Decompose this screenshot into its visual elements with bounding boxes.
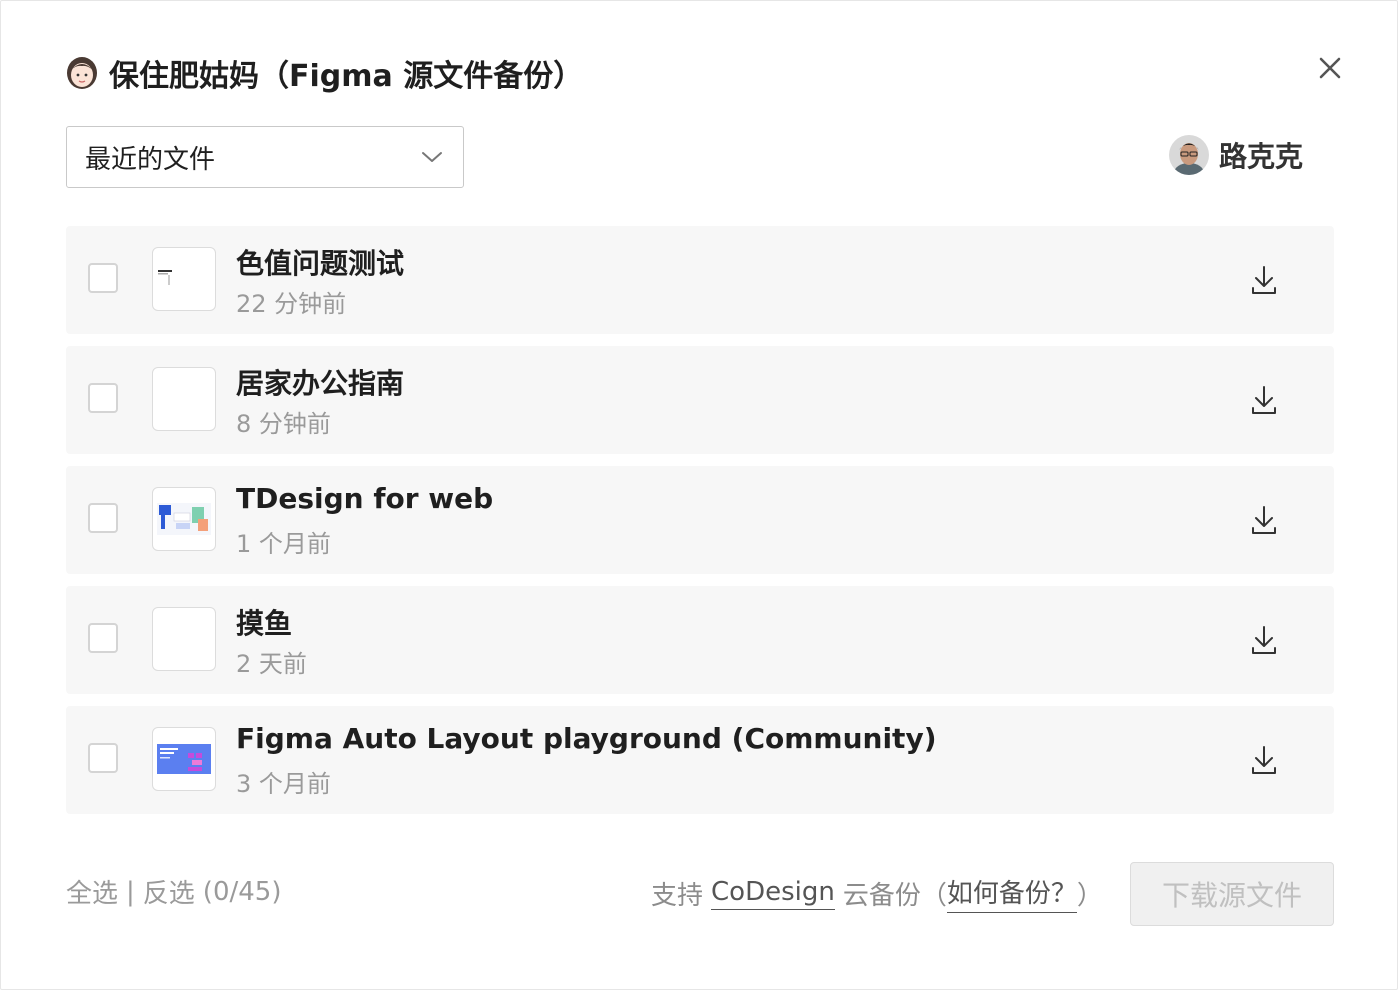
color-test-thumbnail bbox=[152, 247, 216, 311]
selection-count: (0/45) bbox=[202, 876, 282, 907]
file-time: 22 分钟前 bbox=[236, 290, 347, 318]
list-item[interactable]: 摸鱼 2 天前 bbox=[66, 586, 1334, 694]
file-checkbox[interactable] bbox=[88, 263, 118, 293]
file-checkbox[interactable] bbox=[88, 503, 118, 533]
select-all-link[interactable]: 全选 bbox=[66, 873, 118, 910]
user-name: 路克克 bbox=[1219, 140, 1304, 173]
dialog: 保住肥姑妈（Figma 源文件备份） 最近的文件 路克克 色值问题测试 22 分… bbox=[0, 0, 1398, 990]
user-badge: 路克克 bbox=[1169, 133, 1303, 177]
dialog-title-bar: 保住肥姑妈（Figma 源文件备份） bbox=[65, 51, 583, 95]
how-to-backup-link[interactable]: 如何备份？ bbox=[946, 873, 1077, 913]
backup-support-note: 支持 CoDesign 云备份（ 如何备份？ ） bbox=[651, 873, 1103, 913]
woman-face-icon bbox=[65, 56, 99, 90]
file-time: 1 个月前 bbox=[236, 530, 331, 558]
download-icon[interactable] bbox=[1246, 742, 1282, 778]
list-item[interactable]: 居家办公指南 8 分钟前 bbox=[66, 346, 1334, 454]
avatar bbox=[1169, 135, 1209, 175]
support-prefix: 支持 bbox=[651, 880, 704, 911]
close-icon bbox=[1319, 57, 1341, 79]
file-name: 色值问题测试 bbox=[236, 247, 405, 280]
support-suffix: 云备份（ bbox=[842, 880, 947, 911]
invert-select-link[interactable]: 反选 bbox=[143, 873, 195, 910]
file-time: 8 分钟前 bbox=[236, 410, 331, 438]
file-name: Figma Auto Layout playground (Community) bbox=[236, 722, 937, 755]
file-list: 色值问题测试 22 分钟前 居家办公指南 8 分钟前 TDesign for w… bbox=[66, 226, 1334, 826]
download-icon[interactable] bbox=[1246, 262, 1282, 298]
download-icon[interactable] bbox=[1246, 382, 1282, 418]
download-icon[interactable] bbox=[1246, 502, 1282, 538]
list-item[interactable]: Figma Auto Layout playground (Community)… bbox=[66, 706, 1334, 814]
blank-thumbnail bbox=[152, 607, 216, 671]
chevron-down-icon bbox=[421, 145, 445, 169]
auto-layout-thumbnail bbox=[152, 727, 216, 791]
file-name: 居家办公指南 bbox=[236, 367, 405, 400]
file-filter-select[interactable]: 最近的文件 bbox=[66, 126, 464, 188]
page-title: 保住肥姑妈（Figma 源文件备份） bbox=[109, 59, 584, 94]
file-filter-value: 最近的文件 bbox=[85, 144, 216, 175]
close-button[interactable] bbox=[1309, 47, 1351, 89]
file-checkbox[interactable] bbox=[88, 743, 118, 773]
file-checkbox[interactable] bbox=[88, 383, 118, 413]
separator: | bbox=[126, 876, 135, 907]
selection-controls: 全选 | 反选 (0/45) bbox=[66, 873, 281, 910]
file-time: 2 天前 bbox=[236, 650, 307, 678]
blank-thumbnail bbox=[152, 367, 216, 431]
close-paren: ） bbox=[1076, 880, 1103, 911]
list-item[interactable]: TDesign for web 1 个月前 bbox=[66, 466, 1334, 574]
file-name: TDesign for web bbox=[236, 482, 494, 515]
file-checkbox[interactable] bbox=[88, 623, 118, 653]
download-icon[interactable] bbox=[1246, 622, 1282, 658]
tdesign-thumbnail bbox=[152, 487, 216, 551]
codesign-link[interactable]: CoDesign bbox=[711, 877, 835, 910]
list-item[interactable]: 色值问题测试 22 分钟前 bbox=[66, 226, 1334, 334]
download-source-button[interactable]: 下载源文件 bbox=[1130, 862, 1334, 926]
file-time: 3 个月前 bbox=[236, 770, 331, 798]
file-name: 摸鱼 bbox=[236, 607, 293, 640]
